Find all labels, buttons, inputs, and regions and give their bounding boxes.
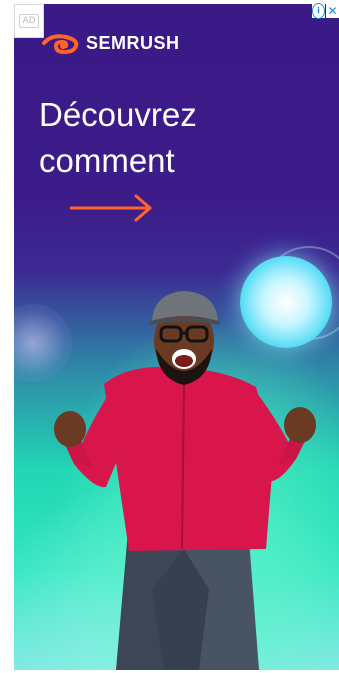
semrush-ad-banner[interactable]: AD SEMRUSH Découvrez comment	[14, 4, 339, 670]
brand-name: SEMRUSH	[86, 32, 180, 53]
semrush-flame-icon	[42, 34, 79, 54]
semrush-logo[interactable]: SEMRUSH	[42, 32, 180, 54]
headline-line-1: Découvrez	[39, 96, 197, 133]
ad-controls: i ✕	[312, 3, 339, 19]
ad-close-button[interactable]: ✕	[326, 4, 339, 18]
arrow-right-icon[interactable]	[70, 194, 154, 222]
celebrating-man-image	[54, 291, 316, 670]
headline-line-2: comment	[39, 142, 175, 179]
ad-badge-label: AD	[19, 14, 39, 28]
info-icon: i	[312, 3, 325, 19]
ad-badge: AD	[14, 4, 44, 38]
ad-info-button[interactable]: i	[312, 3, 325, 19]
close-icon: ✕	[327, 4, 338, 18]
headline: Découvrez comment	[39, 92, 299, 184]
